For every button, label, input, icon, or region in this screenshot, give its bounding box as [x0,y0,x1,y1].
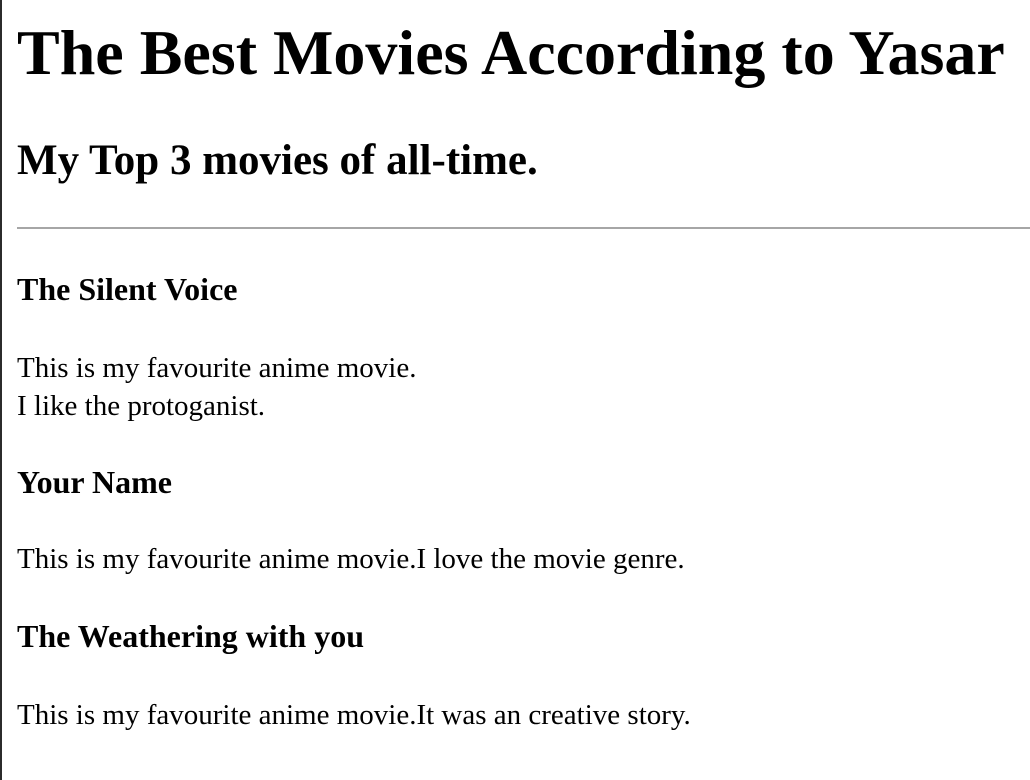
movie-title-weathering-with-you: The Weathering with you [17,618,364,654]
horizontal-divider [17,227,1030,229]
movie-title-the-silent-voice: The Silent Voice [17,271,238,307]
page-title: The Best Movies According to Yasar [17,17,1005,88]
movie-description-line: This is my favourite anime movie. [17,352,417,384]
movie-description-weathering-with-you: This is my favourite anime movie.It was … [17,699,691,731]
movie-title-your-name: Your Name [17,464,172,500]
movie-description-your-name: This is my favourite anime movie.I love … [17,543,685,575]
movie-description-line: I like the protoganist. [17,390,266,422]
page-subtitle: My Top 3 movies of all-time. [17,137,538,184]
window-left-border [0,0,2,780]
movie-description-the-silent-voice: This is my favourite anime movie. I like … [17,349,416,425]
